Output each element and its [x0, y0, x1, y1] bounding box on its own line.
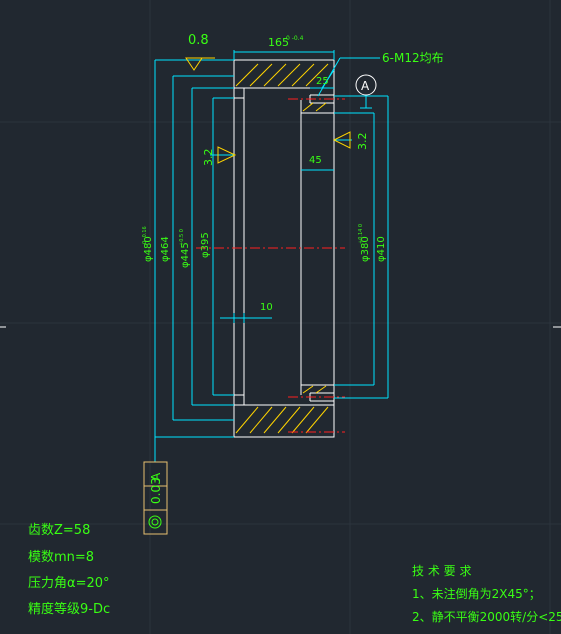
- roughness-top-label: 0.8: [188, 33, 209, 48]
- dia-410-label: φ410: [376, 236, 387, 262]
- top-width-tol: 0 -0.4: [286, 35, 304, 42]
- gear-teeth: 齿数Z=58: [28, 523, 90, 538]
- dim-45-label: 45: [309, 155, 322, 166]
- roughness-right-label: 3.2: [356, 133, 369, 151]
- roughness-left-label: 3.2: [202, 149, 215, 167]
- background-grid: [0, 0, 561, 634]
- concentricity-icon: [148, 515, 162, 529]
- tolerance-datum: A: [149, 472, 163, 481]
- tech-req-item-2: 2、静不平衡2000转/分<25g。: [412, 609, 561, 624]
- cad-drawing: 0.8 165 0 -0.4 6-M12均布 A 25 45 10 3.2 3.…: [0, 0, 561, 634]
- gear-module: 模数mn=8: [28, 550, 94, 565]
- thread-note: 6-M12均布: [382, 51, 444, 65]
- tech-req-title: 技 术 要 求: [412, 564, 471, 578]
- dia-380-tol: +0.14 0: [358, 224, 364, 244]
- dia-464-label: φ464: [160, 236, 171, 262]
- tech-req-item-1: 1、未注倒角为2X45°；: [412, 586, 541, 601]
- datum-a-letter: A: [361, 79, 370, 93]
- roughness-symbols: [185, 57, 351, 164]
- dia-395-label: φ395: [200, 232, 211, 258]
- dia-480-tol: 0 -0.16: [142, 226, 148, 244]
- dim-25-label: 25: [316, 76, 329, 87]
- dia-445-tol: +0.5 0: [179, 229, 185, 246]
- dim-10-label: 10: [260, 302, 273, 313]
- gear-precision: 精度等级9-Dc: [28, 601, 110, 617]
- gear-pressure-angle: 压力角α=20°: [28, 576, 110, 591]
